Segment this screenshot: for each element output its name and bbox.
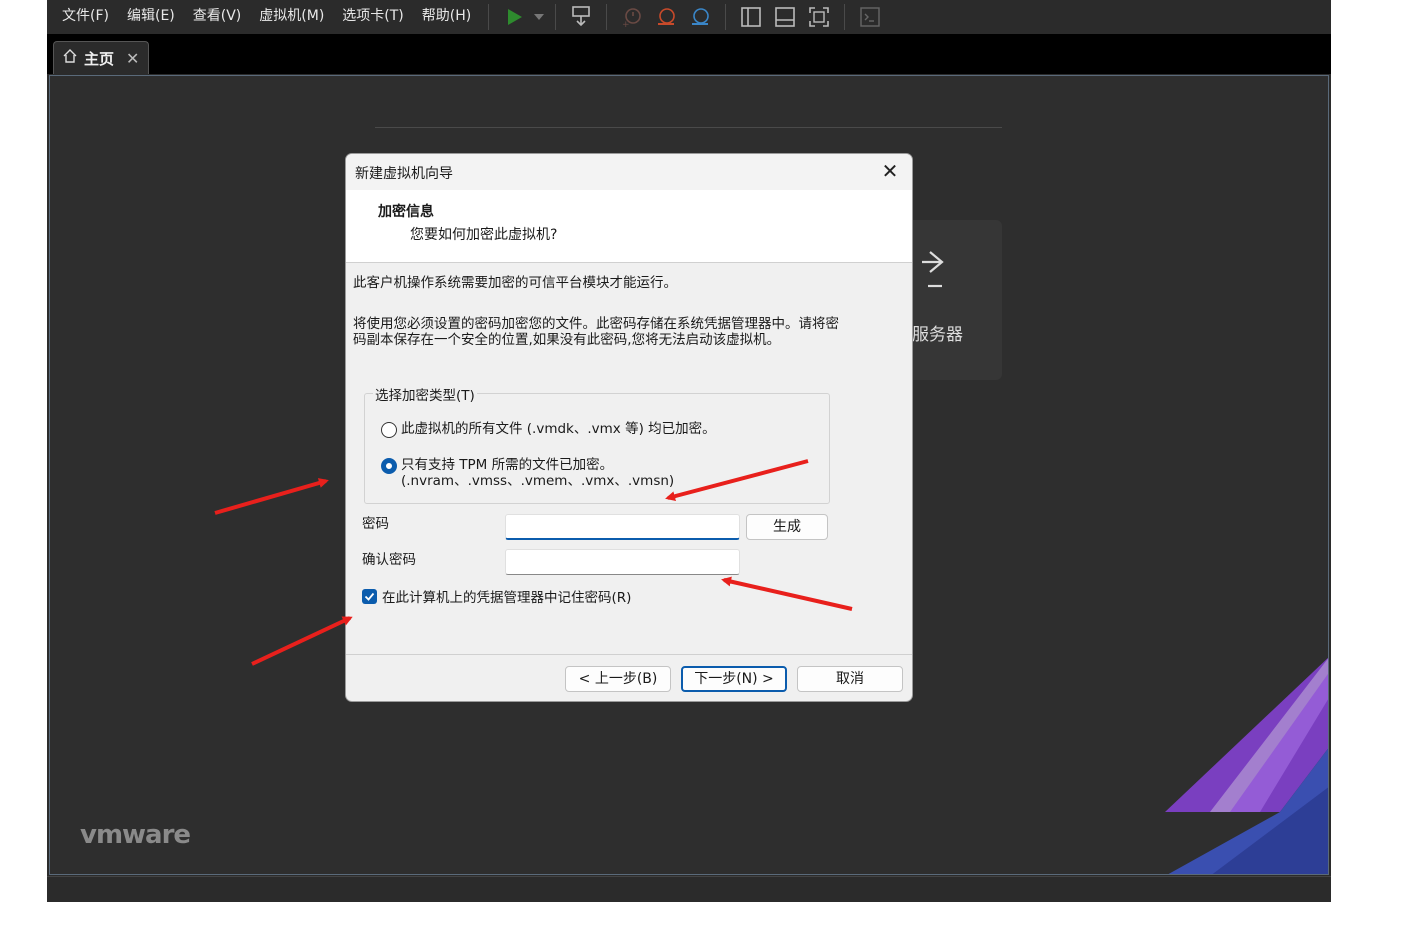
radio-all-files-label: 此虚拟机的所有文件 (.vmdk、.vmx 等) 均已加密。 [401, 421, 716, 437]
cancel-button[interactable]: 取消 [797, 666, 903, 692]
toolbar-separator [488, 4, 490, 30]
menu-vm[interactable]: 虚拟机(M) [250, 5, 333, 29]
toolbar-separator [555, 4, 557, 30]
tab-home-label: 主页 [84, 49, 115, 68]
divider [375, 127, 1002, 128]
vmware-logo: vmware [80, 820, 191, 850]
menu-edit[interactable]: 编辑(E) [118, 5, 184, 29]
menu-view[interactable]: 查看(V) [184, 5, 251, 29]
toolbar-separator [844, 4, 846, 30]
manage-snapshot-icon[interactable] [687, 4, 713, 30]
tpm-message: 此客户机操作系统需要加密的可信平台模块才能运行。 [353, 275, 677, 291]
checkmark-icon [364, 592, 375, 601]
confirm-password-input[interactable] [505, 549, 740, 575]
radio-tpm-files[interactable] [381, 458, 397, 474]
encryption-type-group: 选择加密类型(T) 此虚拟机的所有文件 (.vmdk、.vmx 等) 均已加密。… [364, 384, 830, 504]
back-button[interactable]: < 上一步(B) [565, 666, 671, 692]
home-icon [62, 48, 78, 68]
snapshot-icon[interactable]: + [619, 4, 645, 30]
footer-divider [346, 654, 912, 655]
new-vm-wizard-dialog: 新建虚拟机向导 ✕ 加密信息 您要如何加密此虚拟机? 此客户机操作系统需要加密的… [345, 153, 913, 702]
toolbar-separator [725, 4, 727, 30]
encryption-type-label: 选择加密类型(T) [373, 384, 477, 404]
remember-password-label: 在此计算机上的凭据管理器中记住密码(R) [382, 590, 632, 606]
tab-home[interactable]: 主页 ✕ [53, 41, 149, 74]
menu-file[interactable]: 文件(F) [53, 5, 118, 29]
confirm-password-label: 确认密码 [362, 552, 416, 568]
password-message: 将使用您必须设置的密码加密您的文件。此密码存储在系统凭据管理器中。请将密码副本保… [353, 316, 839, 348]
sidebar-layout-icon[interactable] [738, 4, 764, 30]
password-input[interactable] [505, 514, 740, 540]
remember-password-row[interactable]: 在此计算机上的凭据管理器中记住密码(R) [362, 586, 631, 606]
next-button[interactable]: 下一步(N) > [681, 666, 787, 692]
svg-text:+: + [622, 20, 630, 28]
remember-password-checkbox[interactable] [362, 588, 377, 604]
dropdown-icon[interactable] [533, 4, 545, 30]
close-tab-icon[interactable]: ✕ [126, 49, 139, 68]
network-icon[interactable] [568, 4, 594, 30]
dialog-title: 新建虚拟机向导 [355, 166, 453, 182]
console-icon[interactable] [857, 4, 883, 30]
revert-snapshot-icon[interactable] [653, 4, 679, 30]
play-icon[interactable] [501, 4, 527, 30]
tab-bar: 主页 ✕ [47, 34, 1331, 74]
page-title: 加密信息 [378, 204, 434, 220]
close-icon[interactable]: ✕ [878, 160, 902, 184]
toolbar-separator [606, 4, 608, 30]
connect-server-icon [908, 246, 948, 294]
dialog-titlebar: 新建虚拟机向导 ✕ [346, 154, 912, 190]
connect-server-label: 服务器 [912, 325, 963, 345]
radio-tpm-files-row[interactable]: 只有支持 TPM 所需的文件已加密。(.nvram、.vmss、.vmem、.v… [381, 457, 821, 489]
bottom-layout-icon[interactable] [772, 4, 798, 30]
radio-all-files[interactable] [381, 422, 397, 438]
status-bar [47, 876, 1331, 902]
fullscreen-icon[interactable] [806, 4, 832, 30]
radio-tpm-files-label: 只有支持 TPM 所需的文件已加密。(.nvram、.vmss、.vmem、.v… [401, 457, 675, 489]
menubar: 文件(F) 编辑(E) 查看(V) 虚拟机(M) 选项卡(T) 帮助(H) + [47, 0, 1331, 34]
menu-help[interactable]: 帮助(H) [413, 5, 480, 29]
password-label: 密码 [362, 516, 389, 532]
generate-button[interactable]: 生成 [746, 514, 828, 540]
page-subtitle: 您要如何加密此虚拟机? [410, 227, 558, 243]
decorative-graphic [1165, 657, 1328, 874]
menu-tabs[interactable]: 选项卡(T) [333, 5, 412, 29]
radio-all-files-row[interactable]: 此虚拟机的所有文件 (.vmdk、.vmx 等) 均已加密。 [381, 421, 716, 438]
dialog-header: 加密信息 您要如何加密此虚拟机? [346, 190, 912, 263]
